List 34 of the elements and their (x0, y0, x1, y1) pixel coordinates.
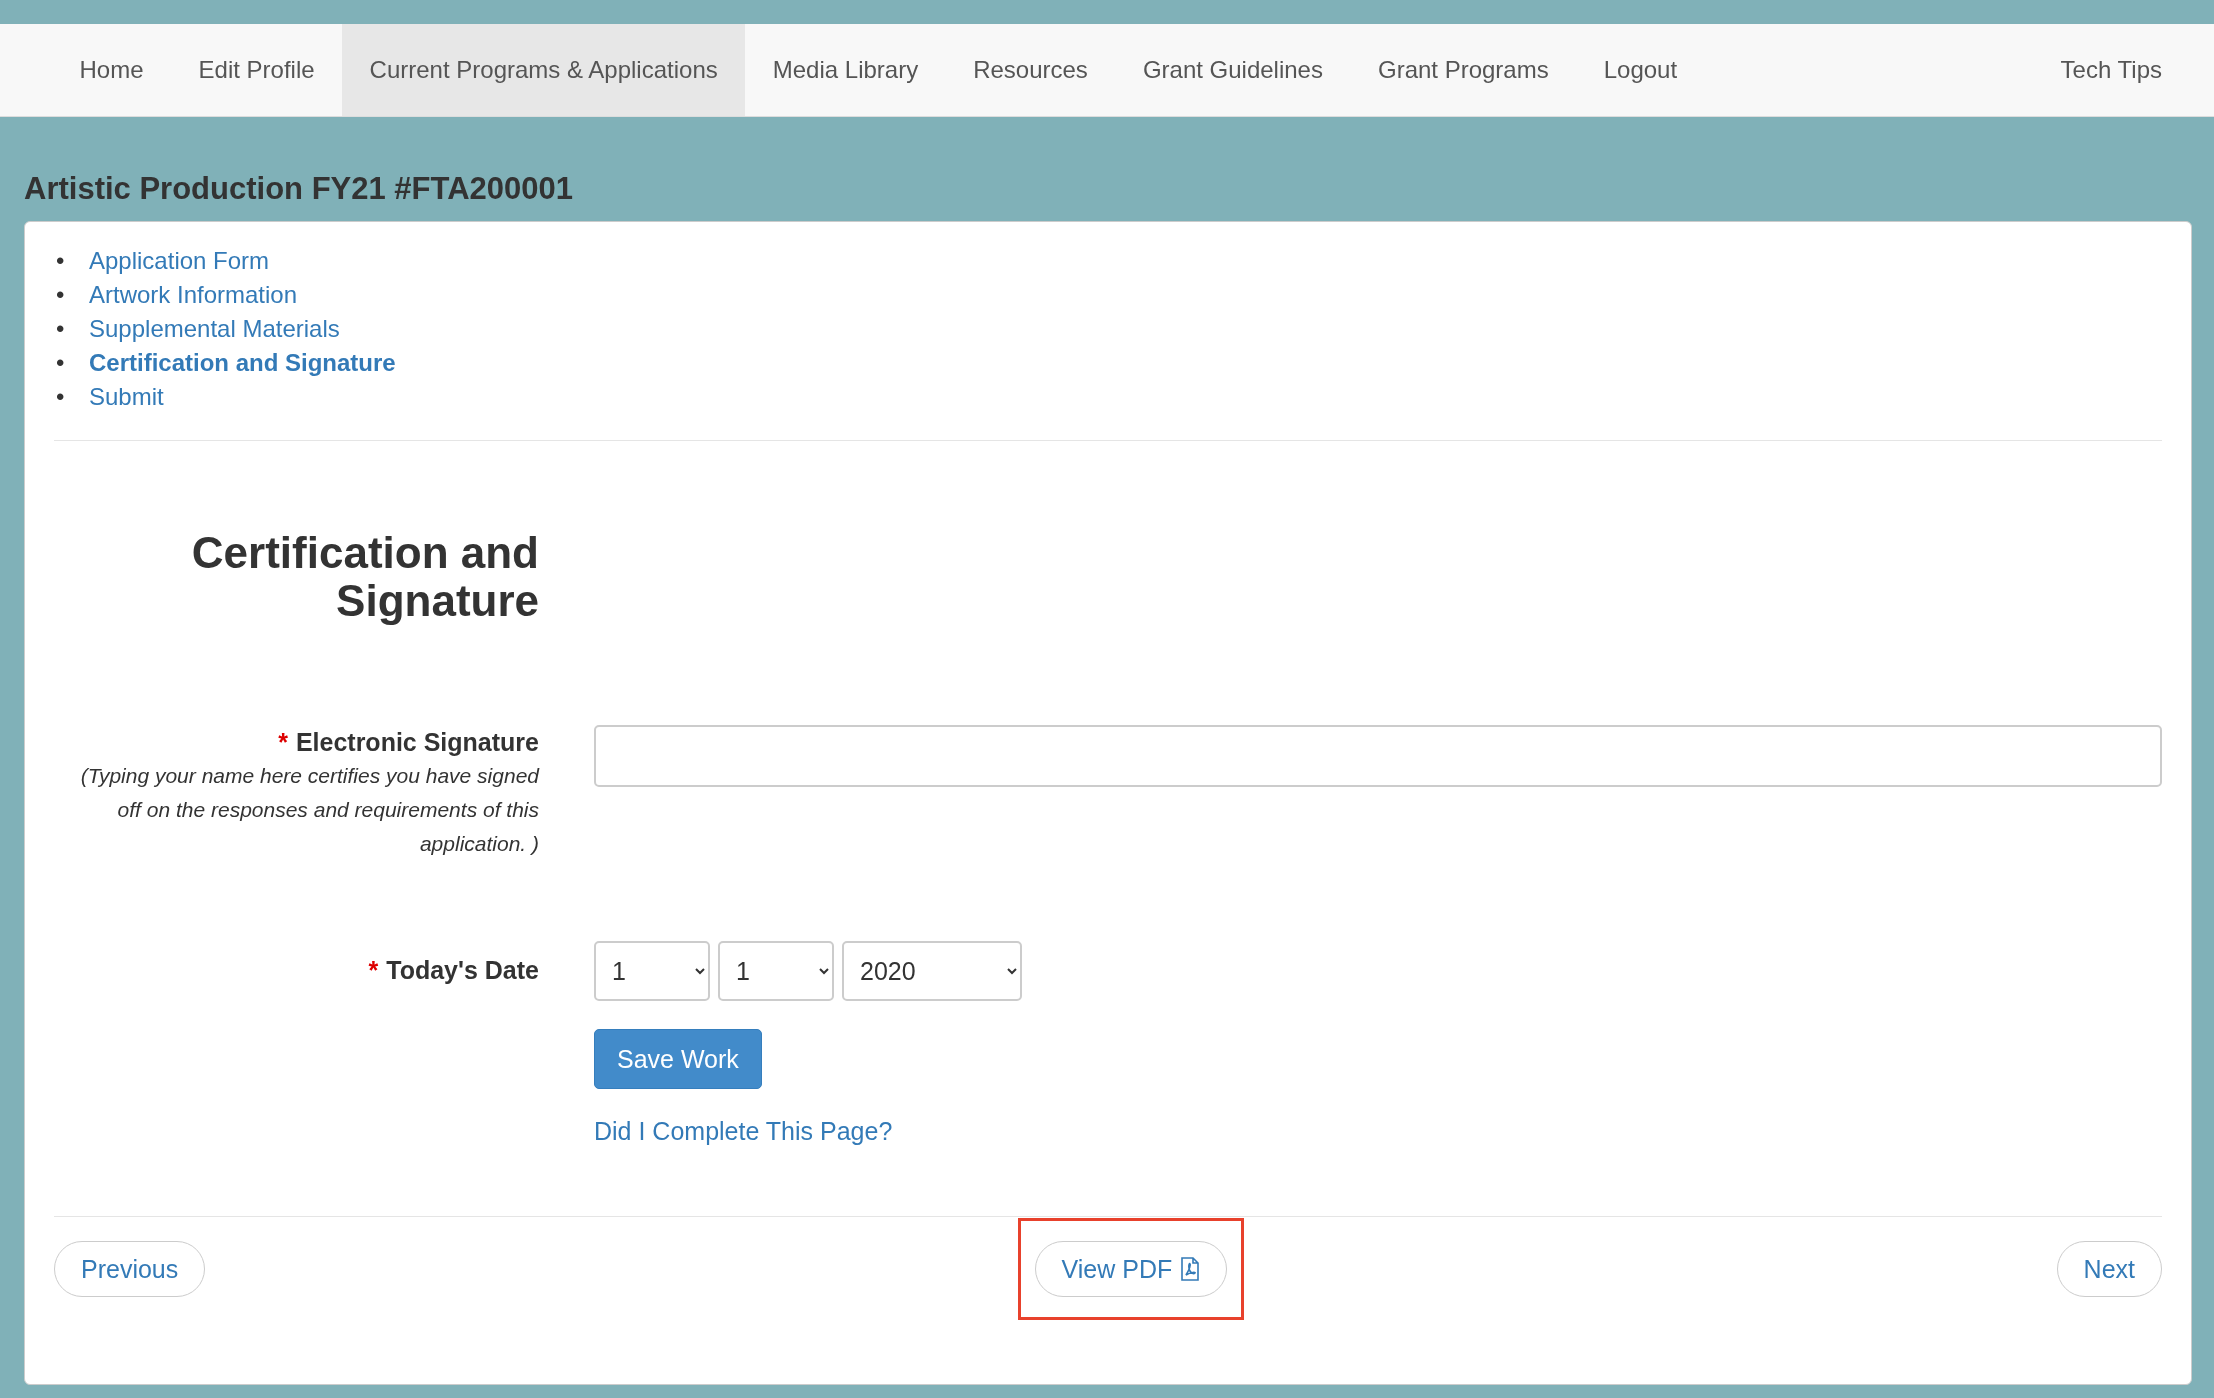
nav-item[interactable]: Logout (1576, 24, 1705, 116)
field-label: * Electronic Signature (277, 727, 539, 758)
bullet: • (55, 382, 66, 412)
step-link[interactable]: Supplemental Materials (89, 315, 340, 342)
next-button[interactable]: Next (2056, 1241, 2162, 1297)
nav-item[interactable]: Home (52, 24, 172, 116)
bullet: • (55, 348, 66, 378)
page-title: Artistic Production FY21 #FTA200001 (24, 171, 574, 207)
step-link[interactable]: Application Form (89, 247, 270, 274)
previous-button[interactable]: Previous (54, 1241, 206, 1297)
pdf-file-icon (1180, 1257, 1201, 1281)
help-link[interactable]: Did I Complete This Page? (594, 1117, 893, 1146)
nav-item[interactable]: Current Programs & Applications (342, 24, 746, 116)
step-link[interactable]: Artwork Information (89, 281, 298, 308)
bullet: • (55, 280, 66, 310)
signature-input[interactable] (594, 725, 2162, 787)
nav-item[interactable]: Edit Profile (171, 24, 343, 116)
help-text: (Typing your name here certifies you have signed off on the responses and requirements of this application. ) (79, 763, 539, 857)
nav-item[interactable]: Tech Tips (2033, 24, 2162, 116)
nav-item[interactable]: Resources (945, 24, 1116, 116)
bullet: • (55, 246, 66, 276)
nav-item[interactable]: Grant Programs (1350, 24, 1577, 116)
step-link[interactable]: Submit (89, 383, 164, 410)
field-label: * Today's Date (367, 955, 539, 986)
bullet: • (55, 314, 66, 344)
date-select[interactable]: 1 (594, 941, 710, 1001)
nav-item[interactable]: Media Library (745, 24, 946, 116)
date-select[interactable]: 1 (718, 941, 834, 1001)
save-button[interactable]: Save Work (594, 1029, 762, 1089)
nav-item[interactable]: Grant Guidelines (1115, 24, 1351, 116)
step-link[interactable]: Certification and Signature (89, 349, 396, 376)
section-heading: Certification and Signature (190, 529, 539, 625)
view-pdf-button[interactable]: View PDF (1034, 1241, 1228, 1297)
date-select[interactable]: 2020 (842, 941, 1022, 1001)
